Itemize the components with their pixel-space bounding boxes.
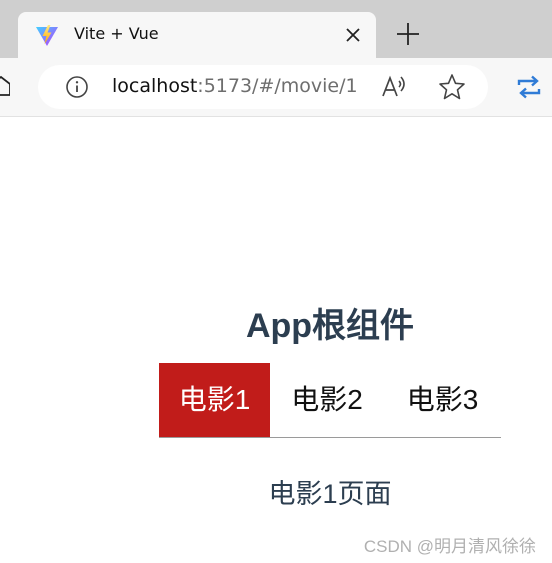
nav-link-movie-1[interactable]: 电影1 bbox=[159, 363, 270, 437]
browser-toolbar: localhost:5173/#/movie/1 bbox=[0, 58, 552, 117]
watermark: CSDN @明月清风徐徐 bbox=[363, 537, 536, 556]
vite-logo-icon bbox=[36, 25, 58, 46]
sync-icon[interactable] bbox=[515, 73, 543, 101]
page-title: App根组件 bbox=[245, 307, 415, 345]
browser-tab-active[interactable]: Vite + Vue bbox=[18, 12, 376, 58]
url-path: :5173/#/movie/1 bbox=[197, 75, 358, 97]
nav-link-movie-3[interactable]: 电影3 bbox=[384, 363, 501, 437]
url-text[interactable]: localhost:5173/#/movie/1 bbox=[112, 75, 358, 97]
read-aloud-icon[interactable] bbox=[379, 72, 409, 102]
nav-link-movie-2[interactable]: 电影2 bbox=[270, 363, 384, 437]
close-icon[interactable] bbox=[342, 24, 364, 46]
star-icon[interactable] bbox=[437, 72, 467, 102]
address-bar[interactable]: localhost:5173/#/movie/1 bbox=[38, 65, 488, 109]
movie-page-content: 电影1页面 bbox=[268, 479, 392, 509]
info-icon[interactable] bbox=[65, 75, 89, 99]
tab-title: Vite + Vue bbox=[74, 24, 159, 43]
movie-nav: 电影1 电影2 电影3 bbox=[159, 363, 501, 438]
plus-icon[interactable] bbox=[394, 20, 422, 48]
home-icon[interactable] bbox=[0, 75, 10, 97]
url-host: localhost bbox=[112, 75, 198, 97]
tab-strip: Vite + Vue bbox=[0, 0, 552, 58]
